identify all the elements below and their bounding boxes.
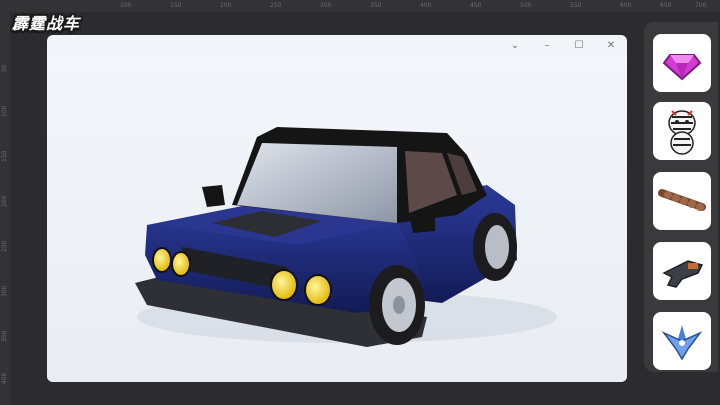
ruler-tick: 600 (620, 2, 632, 9)
ruler-tick: 450 (470, 2, 482, 9)
item-slot-blaster[interactable] (653, 242, 711, 300)
ruler-tick: 400 (420, 2, 432, 9)
item-slot-zebra[interactable] (653, 102, 711, 160)
item-slot-gem[interactable] (653, 34, 711, 92)
ruler-tick: 300 (1, 285, 8, 297)
ruler-tick: 50 (1, 64, 8, 72)
ruler-tick: 100 (1, 105, 8, 117)
app-logo: 霹霆战车 (11, 14, 80, 33)
chevron-down-icon[interactable]: ⌄ (499, 35, 531, 55)
ruler-tick: 250 (1, 240, 8, 252)
ruler-tick: 700 (695, 2, 707, 9)
maximize-button[interactable]: ☐ (563, 35, 595, 55)
zebra-character-icon (668, 110, 696, 155)
preview-window: ⌄ – ☐ ✕ (47, 35, 627, 382)
ruler-tick: 150 (170, 2, 182, 9)
ruler-tick: 100 (120, 2, 132, 9)
blaster-gun-icon (662, 260, 704, 288)
window-titlebar: ⌄ – ☐ ✕ (47, 35, 627, 55)
brown-chain-icon (658, 189, 706, 211)
item-sidebar (644, 22, 718, 372)
ruler-tick: 400 (1, 372, 8, 384)
ruler-tick: 650 (660, 2, 672, 9)
model-canvas[interactable] (47, 55, 627, 382)
minimize-button[interactable]: – (531, 35, 563, 55)
top-ruler: 100 150 200 250 300 350 400 450 500 550 … (0, 0, 720, 12)
ruler-tick: 200 (220, 2, 232, 9)
ruler-tick: 200 (1, 195, 8, 207)
ruler-tick: 250 (270, 2, 282, 9)
ruler-tick: 350 (1, 330, 8, 342)
ruler-tick: 300 (320, 2, 332, 9)
ruler-tick: 150 (1, 150, 8, 162)
item-slot-chain[interactable] (653, 172, 711, 230)
item-slot-drone[interactable] (653, 312, 711, 370)
ruler-tick: 500 (520, 2, 532, 9)
close-button[interactable]: ✕ (595, 35, 627, 55)
ruler-tick: 550 (570, 2, 582, 9)
left-ruler: 50 100 150 200 250 300 350 400 (0, 12, 10, 405)
pink-gem-icon (662, 54, 702, 81)
car-model-image (135, 127, 557, 347)
ruler-tick: 350 (370, 2, 382, 9)
blue-drone-icon (661, 325, 703, 361)
